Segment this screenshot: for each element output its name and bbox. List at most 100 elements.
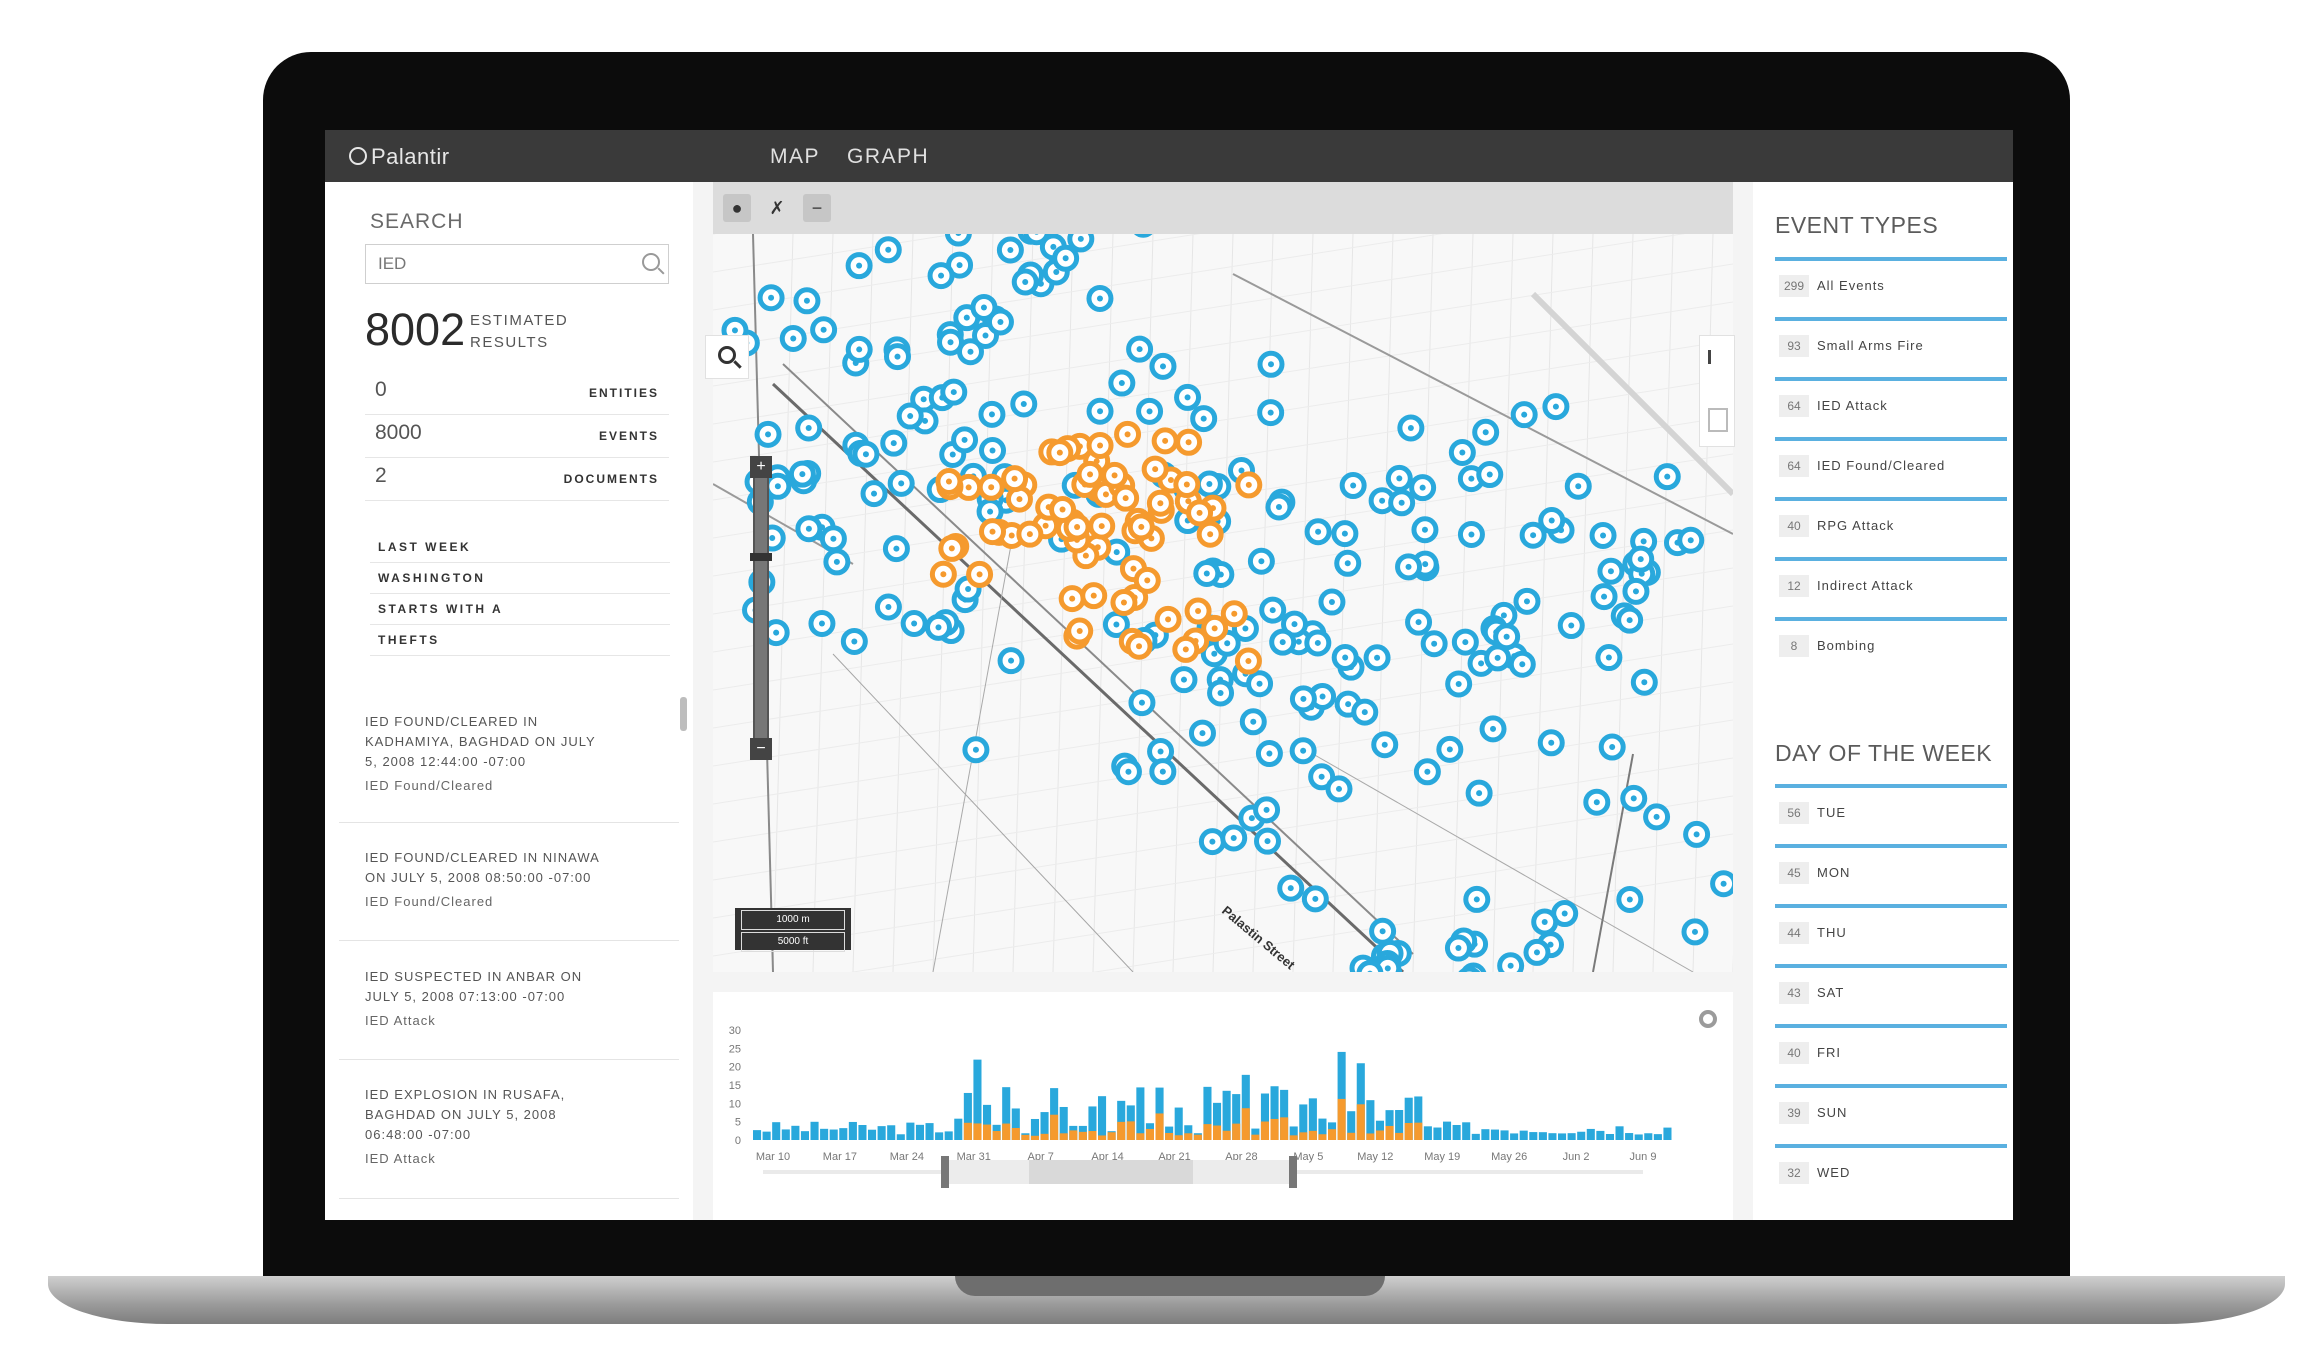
day-of-week-item[interactable]: 56 TUE: [1775, 784, 2007, 840]
stat-events[interactable]: 8000 EVENTS: [365, 415, 669, 458]
event-marker-dot: [1521, 411, 1528, 418]
event-marker-dot: [1345, 701, 1352, 708]
histogram-bar-segment: [1385, 1125, 1394, 1140]
event-marker-dot: [1230, 834, 1237, 841]
event-marker-dot: [1122, 495, 1129, 502]
event-marker-dot: [1405, 563, 1412, 570]
event-marker[interactable]: [1458, 966, 1481, 972]
histogram-bar: [1577, 1131, 1586, 1140]
results-scrollbar[interactable]: [680, 697, 687, 731]
result-item[interactable]: IED EXPLOSION IN RUSAFA, BAGHDAD ON JULY…: [365, 1085, 665, 1169]
event-marker-dot: [997, 318, 1004, 325]
stat-entities[interactable]: 0 ENTITIES: [365, 372, 669, 415]
event-type-item[interactable]: 64 IED Found/Cleared: [1775, 437, 2007, 493]
timeline-handle-right[interactable]: [1289, 1156, 1297, 1188]
result-item[interactable]: IED FOUND/CLEARED IN NINAWA ON JULY 5, 2…: [365, 848, 665, 912]
event-marker-dot: [1199, 730, 1206, 737]
minus-tool-icon[interactable]: −: [803, 194, 831, 222]
event-type-item[interactable]: 64 IED Attack: [1775, 377, 2007, 433]
event-type-item[interactable]: 8 Bombing: [1775, 617, 2007, 673]
event-marker-dot: [1011, 475, 1018, 482]
zoom-out-button[interactable]: −: [750, 738, 772, 760]
event-marker-dot: [1200, 415, 1207, 422]
day-of-week-item[interactable]: 44 THU: [1775, 904, 2007, 960]
histogram-bar: [1644, 1133, 1653, 1140]
day-of-week-item[interactable]: 32 WED: [1775, 1144, 2007, 1200]
street: [713, 719, 1733, 881]
event-type-item[interactable]: 12 Indirect Attack: [1775, 557, 2007, 613]
event-marker-dot: [731, 327, 738, 334]
event-marker-dot: [1185, 439, 1192, 446]
search-box[interactable]: [365, 244, 669, 284]
map-canvas[interactable]: Palastin Street: [713, 234, 1733, 972]
filter-starts-with-a[interactable]: STARTS WITH A: [370, 594, 670, 625]
histogram-bar: [1471, 1133, 1480, 1140]
zoom-in-button[interactable]: +: [750, 456, 772, 478]
filter-washington[interactable]: WASHINGTON: [370, 563, 670, 594]
filter-thefts[interactable]: THEFTS: [370, 625, 670, 656]
event-marker-dot: [1211, 650, 1218, 657]
histogram-bar: [1596, 1130, 1605, 1140]
timeline-handle-left[interactable]: [941, 1156, 949, 1188]
event-marker[interactable]: [1023, 234, 1050, 246]
histogram-toggle-icon[interactable]: [1708, 350, 1729, 364]
draw-tool-icon[interactable]: ✗: [763, 194, 791, 222]
event-marker[interactable]: [1132, 234, 1154, 238]
event-marker-dot: [1062, 255, 1069, 262]
map-search-button[interactable]: [705, 335, 749, 379]
facet-label: IED Found/Cleared: [1817, 458, 1946, 473]
result-item[interactable]: IED FOUND/CLEARED IN KADHAMIYA, BAGHDAD …: [365, 712, 665, 796]
nav-tab-graph[interactable]: GRAPH: [847, 145, 929, 169]
result-item[interactable]: IED SUSPECTED IN ANBAR ON JULY 5, 2008 0…: [365, 967, 665, 1031]
map-toolbar: ● ✗ −: [713, 182, 1733, 234]
event-marker-dot: [1264, 838, 1271, 845]
panel-toggle-icon[interactable]: [1708, 408, 1728, 432]
event-type-item[interactable]: 299 All Events: [1775, 257, 2007, 313]
event-marker-dot: [1136, 643, 1143, 650]
timeline-selection[interactable]: [1029, 1160, 1193, 1184]
histogram-bar: [915, 1124, 924, 1140]
day-of-week-item[interactable]: 40 FRI: [1775, 1024, 2007, 1080]
event-marker-dot: [1490, 725, 1497, 732]
pin-tool-icon[interactable]: ●: [723, 194, 751, 222]
event-marker-dot: [1691, 928, 1698, 935]
event-marker-dot: [1069, 595, 1076, 602]
event-marker-dot: [1530, 532, 1537, 539]
event-marker[interactable]: [1356, 960, 1384, 972]
search-input[interactable]: [376, 245, 620, 283]
day-of-week-item[interactable]: 45 MON: [1775, 844, 2007, 900]
event-marker-dot: [1462, 639, 1469, 646]
facet-label: WED: [1817, 1165, 1851, 1180]
event-marker-dot: [1266, 750, 1273, 757]
histogram-bar: [935, 1132, 944, 1140]
event-marker-dot: [1195, 608, 1202, 615]
event-marker-dot: [988, 484, 995, 491]
day-of-week-item[interactable]: 43 SAT: [1775, 964, 2007, 1020]
histogram-bar-segment: [1174, 1135, 1183, 1140]
timeline-window-left[interactable]: [945, 1160, 1029, 1184]
event-type-item[interactable]: 40 RPG Attack: [1775, 497, 2007, 553]
map-view[interactable]: Palastin Street: [713, 234, 1733, 972]
event-marker-dot: [1575, 483, 1582, 490]
nav-tab-map[interactable]: MAP: [770, 145, 820, 169]
histogram-bar: [839, 1128, 848, 1140]
search-icon[interactable]: [642, 253, 660, 271]
histogram-bar-segment: [983, 1124, 992, 1140]
event-marker-dot: [1180, 676, 1187, 683]
timeline-window-right[interactable]: [1193, 1160, 1289, 1184]
zoom-slider-handle[interactable]: [750, 553, 772, 561]
event-marker-dot: [1042, 522, 1049, 529]
event-marker-dot: [856, 346, 863, 353]
zoom-slider[interactable]: [753, 456, 769, 756]
day-of-week-item[interactable]: 39 SUN: [1775, 1084, 2007, 1140]
stat-documents[interactable]: 2 DOCUMENTS: [365, 458, 669, 501]
result-type: IED Found/Cleared: [365, 894, 494, 909]
facet-label: Bombing: [1817, 638, 1876, 653]
facet-label: RPG Attack: [1817, 518, 1895, 533]
event-marker-dot: [1242, 625, 1249, 632]
filter-last-week[interactable]: LAST WEEK: [370, 532, 670, 563]
histogram-bar: [1625, 1133, 1634, 1140]
app-logo[interactable]: Palantir: [349, 144, 450, 170]
event-type-item[interactable]: 93 Small Arms Fire: [1775, 317, 2007, 373]
event-marker-dot: [982, 332, 989, 339]
